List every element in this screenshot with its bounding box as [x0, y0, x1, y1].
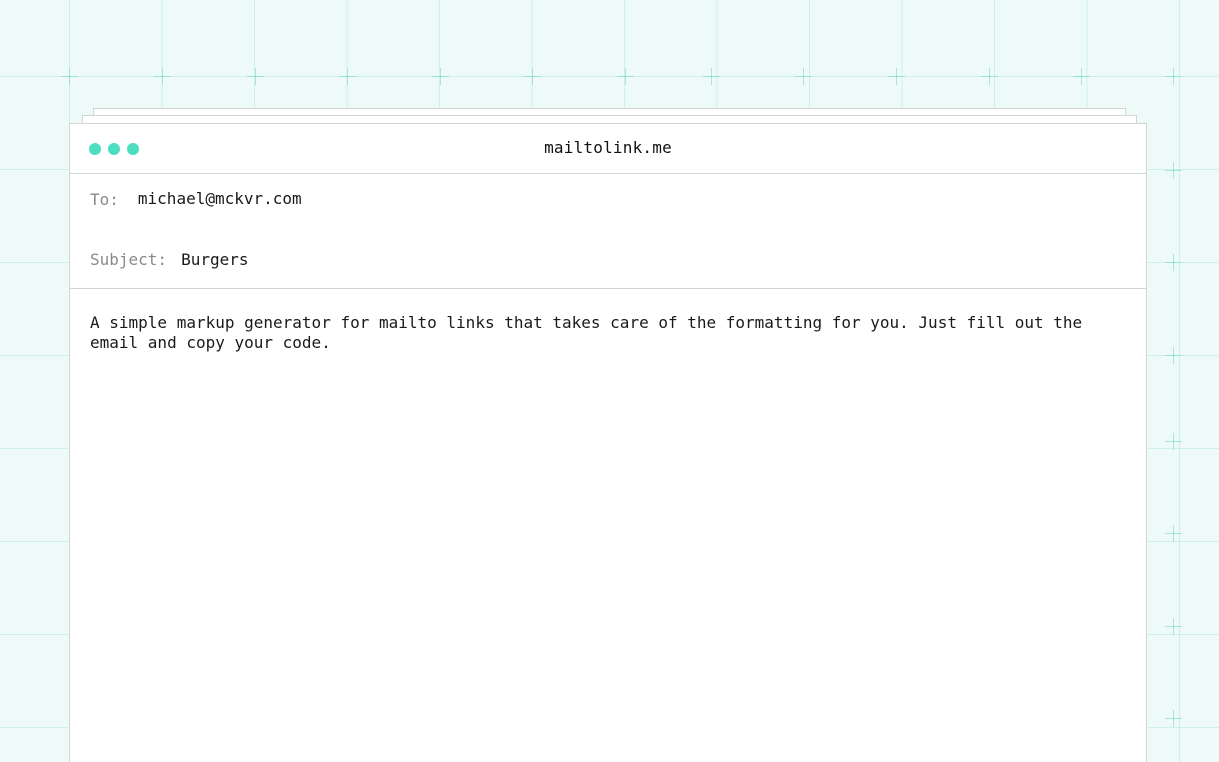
background-cross [888, 68, 905, 85]
subject-label: Subject: [90, 249, 168, 269]
background-cross [432, 68, 449, 85]
background-cross [981, 68, 998, 85]
background-cross [339, 68, 356, 85]
subject-field-row: Subject: Burgers [70, 224, 1146, 289]
background-cross [617, 68, 634, 85]
window-title: mailtolink.me [544, 138, 672, 157]
background-cross [524, 68, 541, 85]
background-cross [61, 68, 78, 85]
background-cross [1073, 68, 1090, 85]
to-label: To: [90, 190, 119, 209]
email-window: mailtolink.me To: michael@mckvr.com Subj… [69, 123, 1147, 762]
background-cross [795, 68, 812, 85]
subject-input[interactable]: Burgers [181, 250, 248, 269]
message-body-textarea[interactable]: A simple markup generator for mailto lin… [70, 289, 1146, 353]
background-cross [1165, 618, 1182, 635]
background-cross [1165, 162, 1182, 179]
background-cross [703, 68, 720, 85]
background-cross [1165, 710, 1182, 727]
background-cross [154, 68, 171, 85]
background-cross [1165, 525, 1182, 542]
background-cross [1165, 254, 1182, 271]
background-cross [1165, 68, 1182, 85]
to-field-row: To: michael@mckvr.com [70, 174, 1146, 224]
background-cross [1165, 347, 1182, 364]
to-input[interactable]: michael@mckvr.com [138, 189, 302, 208]
background-cross [247, 68, 264, 85]
background-cross [1165, 433, 1182, 450]
window-titlebar: mailtolink.me [70, 124, 1146, 174]
